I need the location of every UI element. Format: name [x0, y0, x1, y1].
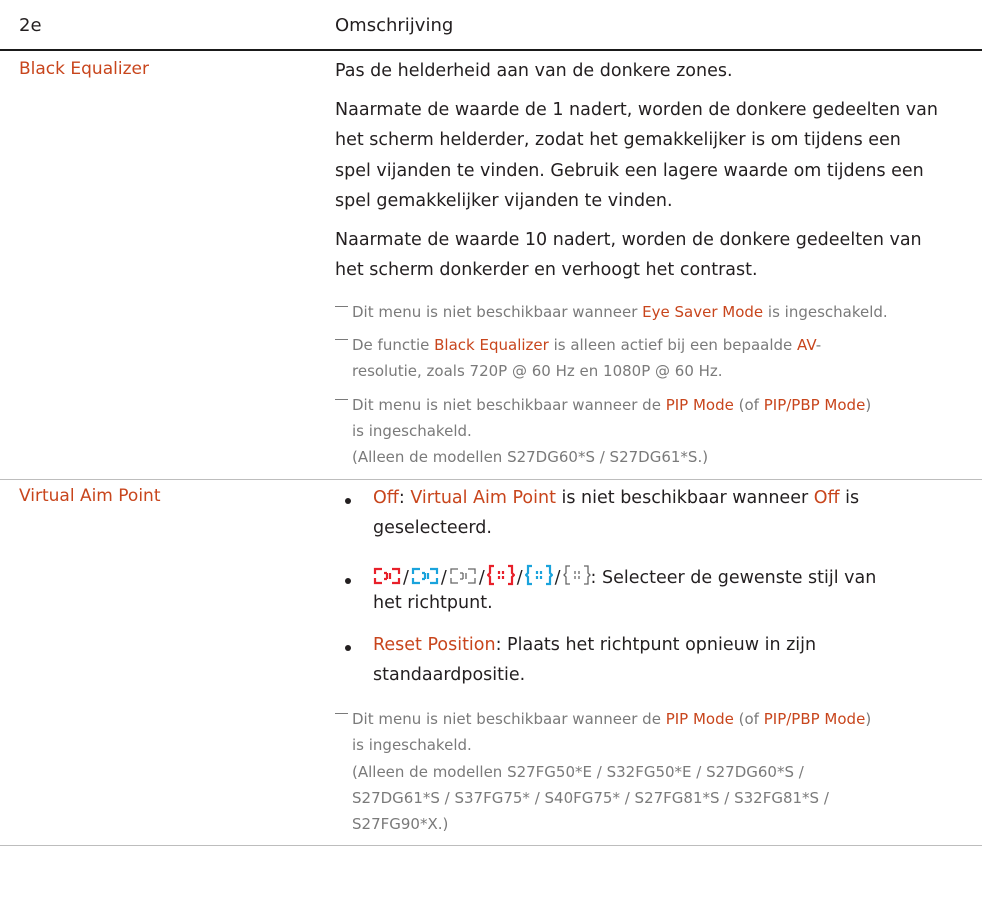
- note-line: is ingeschakeld.: [352, 422, 472, 440]
- option-reset-position-label: Reset Position: [373, 635, 496, 655]
- bullet-text: is niet beschikbaar wanneer: [555, 488, 814, 508]
- bullet-dot: [345, 578, 351, 584]
- note-highlight: PIP/PBP Mode: [763, 710, 866, 728]
- dash-icon: [335, 713, 348, 714]
- p2-line: Naarmate de waarde de 1 nadert, worden d…: [335, 100, 938, 120]
- note-text: is ingeschakeld.: [763, 303, 888, 321]
- crosshair-red-icon: [373, 566, 401, 586]
- option-off-label: Off: [373, 488, 399, 508]
- header-divider: [0, 49, 982, 51]
- bullet-dot: [345, 498, 351, 504]
- bullet-line: geselecteerd.: [373, 518, 492, 538]
- bullet-text: is: [839, 488, 860, 508]
- bullet-text: : Plaats het richtpunt opnieuw in zijn: [495, 635, 817, 655]
- p2-line: spel vijanden te vinden. Gebruik een lag…: [335, 161, 924, 181]
- p2-line: spel gemakkelijker vijanden te vinden.: [335, 191, 673, 211]
- bullet-text: :: [398, 488, 411, 508]
- bullet-text: : Selecteer de gewenste stijl van: [590, 568, 877, 588]
- dash-icon: [335, 306, 348, 307]
- note-highlight: PIP Mode: [665, 396, 734, 414]
- note-highlight: Eye Saver Mode: [642, 303, 764, 321]
- header-col2: Omschrijving: [335, 15, 454, 36]
- dash-icon: [335, 399, 348, 400]
- note-line: is ingeschakeld.: [352, 736, 472, 754]
- crosshair-blue-icon: [411, 566, 439, 586]
- note-text: Dit menu is niet beschikbaar wanneer de: [352, 710, 666, 728]
- header-col1: 2e: [19, 15, 42, 36]
- bracket-gray-icon: [562, 564, 591, 586]
- row-divider: [0, 479, 982, 480]
- option-virtual-aim-point-label: Virtual Aim Point: [410, 488, 556, 508]
- note-text: is alleen actief bij een bepaalde: [548, 336, 798, 354]
- note-text: ): [865, 710, 872, 728]
- separator: /: [516, 568, 523, 588]
- term-black-equalizer: Black Equalizer: [19, 59, 149, 79]
- note-highlight: PIP Mode: [665, 710, 734, 728]
- note-line: S27DG61*S / S37FG75* / S40FG75* / S27FG8…: [352, 789, 829, 807]
- option-off-label: Off: [813, 488, 840, 508]
- note-text: (of: [733, 396, 764, 414]
- bullet-dot: [345, 645, 351, 651]
- dash-icon: [335, 339, 348, 340]
- p3-line: het scherm donkerder en verhoogt het con…: [335, 260, 758, 280]
- crosshair-gray-icon: [449, 566, 477, 586]
- separator: /: [403, 568, 409, 588]
- note-text: (of: [733, 710, 764, 728]
- note-text: De functie: [352, 336, 435, 354]
- separator: /: [478, 568, 485, 588]
- description-p1: Pas de helderheid aan van de donkere zon…: [335, 61, 733, 81]
- row-divider: [0, 845, 982, 846]
- separator: /: [554, 568, 561, 588]
- p2-line: het scherm helderder, zodat het gemakkel…: [335, 130, 901, 150]
- separator: /: [440, 568, 447, 588]
- note-line: S27FG90*X.): [352, 815, 449, 833]
- note-text: Dit menu is niet beschikbaar wanneer: [352, 303, 643, 321]
- note-highlight: PIP/PBP Mode: [763, 396, 866, 414]
- note-line: resolutie, zoals 720P @ 60 Hz en 1080P @…: [352, 362, 723, 380]
- bullet-reset-position: Reset Position: Plaats het richtpunt opn…: [373, 631, 973, 660]
- bullet-line: het richtpunt.: [373, 593, 493, 613]
- bracket-red-icon: [486, 564, 515, 586]
- note-highlight: Black Equalizer: [434, 336, 549, 354]
- bracket-blue-icon: [524, 564, 553, 586]
- bullet-off: Off: Virtual Aim Point is niet beschikba…: [373, 484, 973, 513]
- note-line: (Alleen de modellen S27DG60*S / S27DG61*…: [352, 448, 709, 466]
- note-text: ): [865, 396, 872, 414]
- p3-line: Naarmate de waarde 10 nadert, worden de …: [335, 230, 922, 250]
- note-highlight: AV: [797, 336, 816, 354]
- note-text: -: [815, 336, 822, 354]
- term-virtual-aim-point: Virtual Aim Point: [19, 486, 161, 506]
- note-text: Dit menu is niet beschikbaar wanneer de: [352, 396, 666, 414]
- note-line: (Alleen de modellen S27FG50*E / S32FG50*…: [352, 763, 804, 781]
- bullet-line: standaardpositie.: [373, 665, 526, 685]
- note-eye-saver: Dit menu is niet beschikbaar wanneer Eye…: [335, 300, 975, 325]
